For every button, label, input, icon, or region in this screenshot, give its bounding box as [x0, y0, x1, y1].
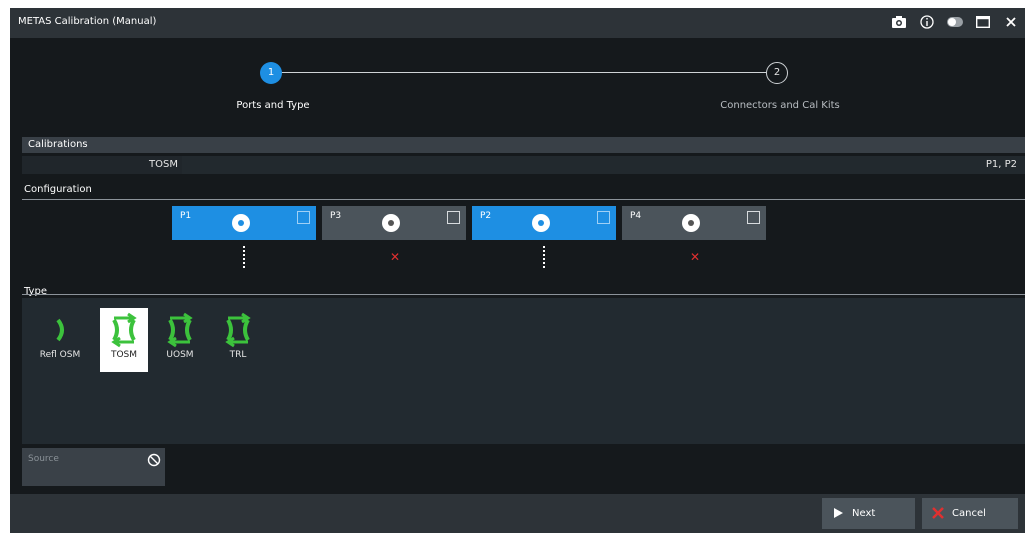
- port-checkbox[interactable]: [447, 211, 460, 224]
- source-placeholder: Source: [28, 454, 59, 464]
- type-selection-panel: Refl OSM TOSM UOSM TRL: [22, 298, 1025, 444]
- next-button[interactable]: Next: [822, 498, 915, 529]
- source-field[interactable]: Source: [22, 448, 165, 486]
- camera-icon[interactable]: [891, 14, 907, 30]
- port-p2-connection-icon: [543, 246, 547, 268]
- calibration-ports: P1, P2: [985, 159, 1017, 170]
- type-uosm[interactable]: UOSM: [156, 308, 204, 372]
- window-title: METAS Calibration (Manual): [18, 16, 157, 27]
- toggle-icon[interactable]: [947, 14, 963, 30]
- maximize-icon[interactable]: [975, 14, 991, 30]
- calibrations-header: Calibrations: [22, 137, 1025, 153]
- cancel-label: Cancel: [952, 508, 986, 519]
- port-connector-icon: [382, 214, 400, 232]
- cancel-x-icon: [932, 507, 944, 519]
- port-checkbox[interactable]: [597, 211, 610, 224]
- tosm-icon: [108, 312, 140, 348]
- play-icon: [832, 507, 844, 519]
- port-label: P1: [180, 211, 192, 221]
- calibration-row[interactable]: TOSM P1, P2: [22, 156, 1025, 174]
- type-label: TRL: [229, 350, 247, 360]
- configuration-header: Configuration: [24, 184, 92, 195]
- type-label: TOSM: [110, 350, 138, 360]
- close-icon[interactable]: [1003, 14, 1019, 30]
- port-label: P2: [480, 211, 492, 221]
- type-refl-osm[interactable]: Refl OSM: [36, 308, 84, 372]
- type-divider: [22, 294, 1025, 295]
- port-label: P3: [330, 211, 342, 221]
- calibration-name: TOSM: [149, 159, 178, 170]
- port-p1-connection-icon: [243, 246, 247, 268]
- port-checkbox[interactable]: [297, 211, 310, 224]
- trl-icon: [222, 312, 254, 348]
- stepper-line: [280, 72, 770, 73]
- port-connector-icon: [682, 214, 700, 232]
- refl-osm-icon: [44, 312, 76, 348]
- step-1-indicator[interactable]: 1: [260, 62, 282, 84]
- port-p4[interactable]: P4: [622, 206, 766, 240]
- title-bar: METAS Calibration (Manual): [10, 8, 1025, 38]
- bottom-action-bar: Next Cancel: [10, 494, 1025, 533]
- port-p2[interactable]: P2: [472, 206, 616, 240]
- info-icon[interactable]: [919, 14, 935, 30]
- port-p1[interactable]: P1: [172, 206, 316, 240]
- configuration-divider: [22, 199, 1025, 200]
- type-label: UOSM: [166, 350, 194, 360]
- uosm-icon: [164, 312, 196, 348]
- port-connector-icon: [232, 214, 250, 232]
- next-label: Next: [852, 508, 876, 519]
- disabled-icon: [147, 452, 161, 467]
- cancel-button[interactable]: Cancel: [922, 498, 1018, 529]
- port-checkbox[interactable]: [747, 211, 760, 224]
- step-1-label: Ports and Type: [236, 100, 310, 111]
- type-tosm[interactable]: TOSM: [100, 308, 148, 372]
- metas-calibration-window: METAS Calibration (Manual) 1 2 Ports and…: [10, 8, 1025, 533]
- port-p3-disconnected-icon: ✕: [390, 250, 401, 264]
- port-p3[interactable]: P3: [322, 206, 466, 240]
- wizard-stepper: 1 2 Ports and Type Connectors and Cal Ki…: [10, 38, 1025, 132]
- type-label: Refl OSM: [39, 350, 81, 360]
- port-label: P4: [630, 211, 642, 221]
- step-2-label: Connectors and Cal Kits: [720, 100, 840, 111]
- step-2-indicator[interactable]: 2: [766, 62, 788, 84]
- port-connector-icon: [532, 214, 550, 232]
- type-trl[interactable]: TRL: [214, 308, 262, 372]
- port-p4-disconnected-icon: ✕: [690, 250, 701, 264]
